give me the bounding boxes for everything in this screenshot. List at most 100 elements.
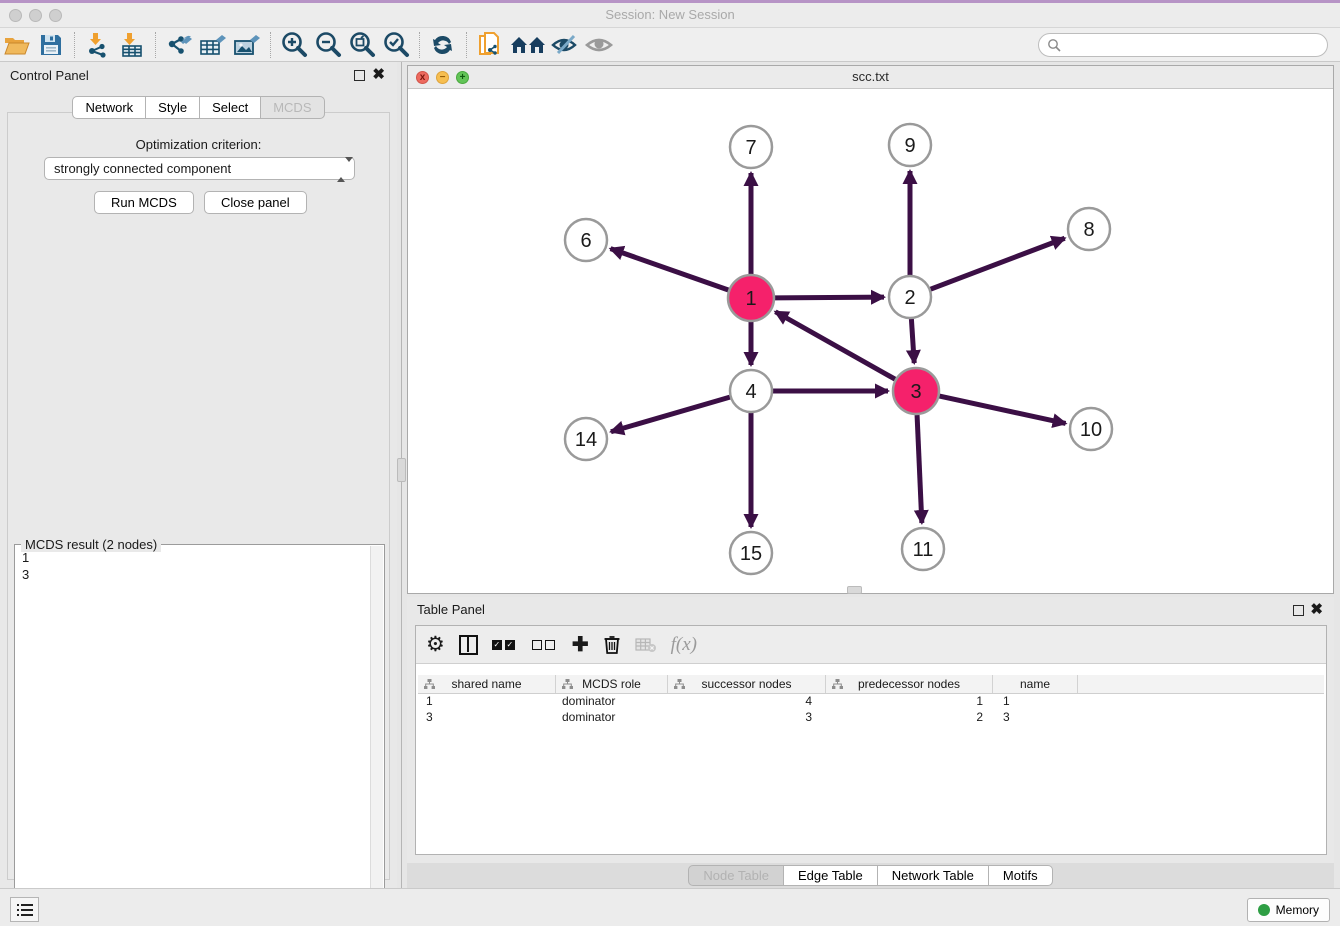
table-row[interactable]: 3 dominator 3 2 3 <box>418 710 1324 726</box>
network-maximize-button[interactable]: + <box>456 71 469 84</box>
column-label: predecessor nodes <box>858 677 960 691</box>
optimization-criterion-label: Optimization criterion: <box>8 137 389 152</box>
close-panel-button[interactable]: Close panel <box>204 191 307 214</box>
checked-box-icon: ✓ <box>505 640 515 650</box>
graph-node-label: 2 <box>904 287 915 309</box>
select-all-button[interactable]: ✓ ✓ <box>492 633 518 657</box>
criterion-select[interactable]: strongly connected component <box>44 157 355 180</box>
column-label: name <box>1020 677 1050 691</box>
save-session-button[interactable] <box>34 30 68 60</box>
import-network-button[interactable] <box>81 30 115 60</box>
hierarchy-icon <box>424 679 435 690</box>
control-panel-tabs: Network Style Select MCDS <box>0 96 397 119</box>
column-header[interactable]: shared name <box>418 675 556 693</box>
window-zoom-button[interactable] <box>49 9 62 22</box>
table-settings-button[interactable]: ⚙ <box>426 633 445 657</box>
cell-mcds-role: dominator <box>556 710 668 726</box>
list-icon <box>17 903 33 917</box>
clone-network-button[interactable] <box>473 30 507 60</box>
cell-name: 3 <box>993 710 1078 726</box>
column-header[interactable]: MCDS role <box>556 675 668 693</box>
table-toolbar: ⚙ ✓ ✓ ✚ <box>416 626 1326 664</box>
cell-shared-name: 3 <box>418 710 556 726</box>
clone-network-icon <box>477 31 503 59</box>
result-line: 3 <box>22 566 368 583</box>
vertical-divider-grip[interactable] <box>397 458 406 482</box>
add-row-button[interactable]: ✚ <box>572 633 589 657</box>
table-header-row: shared name MCDS role successor nodes pr… <box>418 675 1324 694</box>
mcds-result-text[interactable]: 1 3 <box>17 549 368 919</box>
tab-edge-table[interactable]: Edge Table <box>783 865 878 886</box>
refresh-button[interactable] <box>426 30 460 60</box>
close-panel-icon[interactable]: ✖ <box>372 67 385 83</box>
toolbar-separator <box>155 32 156 58</box>
toolbar-separator <box>270 32 271 58</box>
column-label: shared name <box>451 677 521 691</box>
graph-node-label: 11 <box>913 539 934 561</box>
task-history-button[interactable] <box>10 897 39 922</box>
window-minimize-button[interactable] <box>29 9 42 22</box>
graph-edge-4-14[interactable] <box>611 397 730 432</box>
import-table-icon <box>119 32 145 58</box>
run-mcds-button[interactable]: Run MCDS <box>94 191 194 214</box>
column-header[interactable]: successor nodes <box>668 675 826 693</box>
two-houses-icon <box>509 33 547 57</box>
export-table-button[interactable] <box>196 30 230 60</box>
column-header[interactable]: predecessor nodes <box>826 675 993 693</box>
zoom-out-button[interactable] <box>311 30 345 60</box>
zoom-selected-icon <box>381 30 411 60</box>
deselect-all-button[interactable] <box>532 633 558 657</box>
graph-edge-1-2[interactable] <box>775 297 884 298</box>
result-scrollbar[interactable] <box>370 546 383 920</box>
open-session-button[interactable] <box>0 30 34 60</box>
checked-box-icon: ✓ <box>492 640 502 650</box>
split-columns-button[interactable] <box>459 633 478 657</box>
show-items-button[interactable] <box>583 30 617 60</box>
graph-node-label: 9 <box>904 135 915 157</box>
cell-mcds-role: dominator <box>556 694 668 710</box>
status-bar: Memory <box>0 888 1340 926</box>
graph-edge-3-1[interactable] <box>775 312 895 379</box>
cell-successor-nodes: 3 <box>668 710 826 726</box>
export-image-button[interactable] <box>230 30 264 60</box>
import-table-button[interactable] <box>115 30 149 60</box>
close-panel-icon[interactable]: ✖ <box>1310 602 1323 618</box>
tab-motifs[interactable]: Motifs <box>988 865 1053 886</box>
apply-function-button: f(x) <box>671 633 697 657</box>
network-close-button[interactable]: x <box>416 71 429 84</box>
tab-style[interactable]: Style <box>145 96 200 119</box>
tab-network[interactable]: Network <box>72 96 146 119</box>
float-panel-icon[interactable] <box>1293 605 1304 616</box>
table-panel: Table Panel ✖ ⚙ ✓ ✓ ✚ <box>407 597 1334 888</box>
graph-edge-3-10[interactable] <box>939 396 1065 423</box>
graph-edge-3-11[interactable] <box>917 415 922 523</box>
hide-items-button[interactable] <box>549 30 583 60</box>
delete-row-button[interactable] <box>603 633 621 657</box>
graph-node-label: 1 <box>745 288 756 310</box>
network-minimize-button[interactable]: − <box>436 71 449 84</box>
network-graph-canvas[interactable]: 7968124314101511 <box>408 89 1333 593</box>
tab-network-table[interactable]: Network Table <box>877 865 989 886</box>
zoom-selected-button[interactable] <box>379 30 413 60</box>
zoom-in-icon <box>279 30 309 60</box>
memory-button[interactable]: Memory <box>1247 898 1330 922</box>
graph-edge-1-6[interactable] <box>611 249 729 290</box>
tab-node-table[interactable]: Node Table <box>688 865 784 886</box>
graph-edge-2-8[interactable] <box>931 238 1065 289</box>
horizontal-divider-grip[interactable] <box>847 586 862 594</box>
tab-mcds[interactable]: MCDS <box>260 96 324 119</box>
search-input[interactable] <box>1038 33 1328 57</box>
tab-select[interactable]: Select <box>199 96 261 119</box>
window-close-button[interactable] <box>9 9 22 22</box>
graph-edge-2-3[interactable] <box>911 319 914 363</box>
table-row[interactable]: 1 dominator 4 1 1 <box>418 694 1324 710</box>
node-table-container: ⚙ ✓ ✓ ✚ <box>415 625 1327 855</box>
graph-node-label: 8 <box>1083 219 1094 241</box>
column-header[interactable]: name <box>993 675 1078 693</box>
zoom-fit-button[interactable] <box>345 30 379 60</box>
export-network-button[interactable] <box>162 30 196 60</box>
zoom-in-button[interactable] <box>277 30 311 60</box>
control-panel-header: Control Panel ✖ <box>0 62 397 90</box>
float-panel-icon[interactable] <box>354 70 365 81</box>
home-button[interactable] <box>507 30 549 60</box>
